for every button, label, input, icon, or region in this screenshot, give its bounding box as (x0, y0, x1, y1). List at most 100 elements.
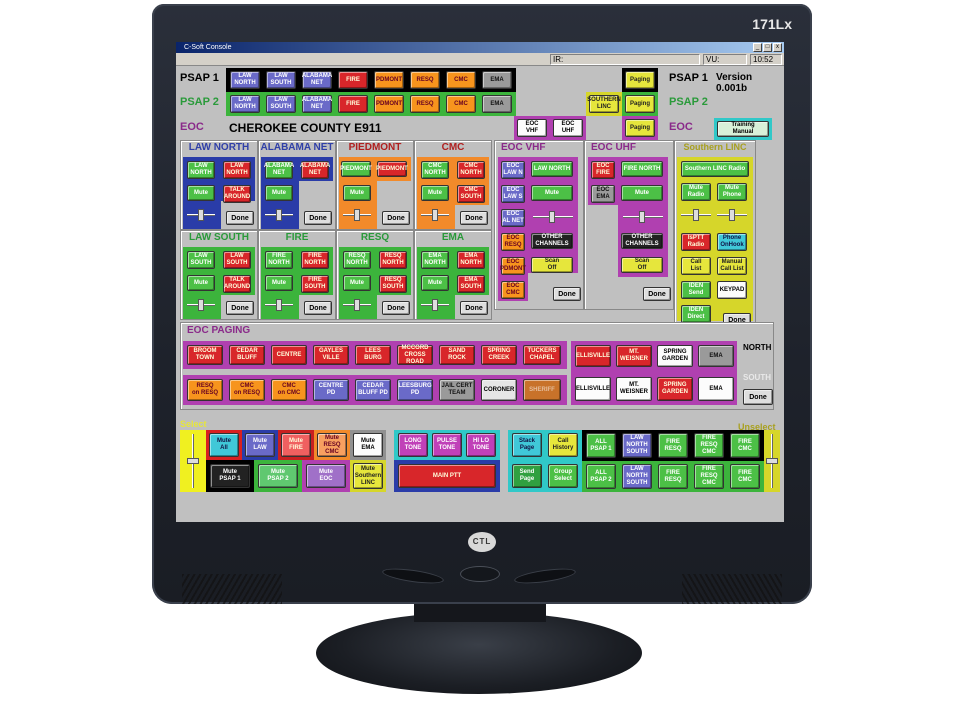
eoc-law-s[interactable]: EOC LAW S (501, 185, 525, 203)
southern-linc-radio-volume[interactable] (681, 209, 711, 221)
fire-south-ptt[interactable]: FIRE SOUTH (301, 275, 329, 293)
resq-done[interactable]: Done (382, 301, 410, 315)
law-north-ptt[interactable]: LAW NORTH (223, 161, 251, 179)
southern-linc-iden-direct[interactable]: IDEN Direct (681, 305, 711, 323)
page-mccord-cross-road[interactable]: MCCORD CROSS ROAD (397, 345, 433, 365)
southern-linc-mute-phone[interactable]: Mute Phone (717, 183, 747, 201)
ema-volume-slider[interactable] (421, 299, 449, 311)
page-spring-garden-south[interactable]: SPRING GARDEN (657, 377, 693, 401)
southern-linc-isptt-radio[interactable]: IsPTT Radio (681, 233, 711, 251)
law-north-select[interactable]: LAW NORTH (187, 161, 215, 179)
eoc-uhf-mute[interactable]: Mute (621, 185, 663, 201)
group-fire-resq-cmc-psap1[interactable]: FIRE RESQ CMC (694, 433, 724, 458)
eoc-uhf-other-channels[interactable]: OTHER CHANNELS (621, 233, 663, 249)
psap1-ema[interactable]: EMA (482, 71, 512, 89)
southern-linc-phone-onhook[interactable]: Phone OnHook (717, 233, 747, 251)
southern-linc-call-list[interactable]: Call List (681, 257, 711, 275)
unselect-slider[interactable] (764, 430, 780, 492)
page-ema-south[interactable]: EMA (698, 377, 734, 401)
mute-psap1[interactable]: Mute PSAP 1 (210, 464, 250, 488)
law-north-volume-slider[interactable] (187, 209, 215, 221)
eoc-paging-button[interactable]: Paging (625, 119, 655, 137)
southern-linc-mute-radio[interactable]: Mute Radio (681, 183, 711, 201)
mute-fire[interactable]: Mute FIRE (281, 433, 311, 457)
page-ellisville-north[interactable]: ELLISVILLE (575, 345, 611, 367)
resq-north-select[interactable]: RESQ NORTH (343, 251, 371, 269)
page-cedar-bluff-pd[interactable]: CEDAR BLUFF PD (355, 379, 391, 401)
fire-mute[interactable]: Mute (265, 275, 293, 291)
page-mt-weisner-south[interactable]: MT. WEISNER (616, 377, 652, 401)
page-ellisville-south[interactable]: ELLISVILLE (575, 377, 611, 401)
eoc-fire[interactable]: EOC FIRE (591, 161, 615, 179)
alabama-net-select[interactable]: ALABAMA NET (264, 161, 294, 179)
eoc-uhf-volume-slider[interactable] (623, 211, 663, 223)
group-fire-resq-psap1[interactable]: FIRE RESQ (658, 433, 688, 458)
eoc-vhf-law-north[interactable]: LAW NORTH (531, 161, 573, 177)
group-fire-cmc-psap1[interactable]: FIRE CMC (730, 433, 760, 458)
alabama-net-done[interactable]: Done (304, 211, 332, 225)
group-fire-resq-psap2[interactable]: FIRE RESQ (658, 464, 688, 489)
fire-north-select[interactable]: FIRE NORTH (265, 251, 293, 269)
resq-mute[interactable]: Mute (343, 275, 371, 291)
fire-north-ptt[interactable]: FIRE NORTH (301, 251, 329, 269)
minimize-button[interactable]: _ (753, 43, 762, 52)
group-select[interactable]: Group Select (548, 464, 578, 488)
eoc-vhf-scan-off[interactable]: Scan Off (531, 257, 573, 273)
eoc-vhf-other-channels[interactable]: OTHER CHANNELS (531, 233, 573, 249)
eoc-al-net[interactable]: EOC AL NET (501, 209, 525, 227)
psap2-pdmont[interactable]: PDMONT (374, 95, 404, 113)
cmc-north-ptt[interactable]: CMC NORTH (457, 161, 485, 179)
mute-all[interactable]: Mute All (209, 433, 239, 457)
mute-law[interactable]: Mute LAW (245, 433, 275, 457)
group-fire-cmc-psap2[interactable]: FIRE CMC (730, 464, 760, 489)
call-history[interactable]: Call History (548, 433, 578, 457)
pulse-tone[interactable]: PULSE TONE (432, 433, 462, 457)
law-south-mute[interactable]: Mute (187, 275, 215, 291)
psap2-law-south[interactable]: LAW SOUTH (266, 95, 296, 113)
page-leesburg[interactable]: LEES BURG (355, 345, 391, 365)
alabama-net-mute[interactable]: Mute (265, 185, 293, 201)
eoc-uhf-scan-off[interactable]: Scan Off (621, 257, 663, 273)
psap2-fire[interactable]: FIRE (338, 95, 368, 113)
fire-volume-slider[interactable] (265, 299, 293, 311)
mute-southern-linc[interactable]: Mute Southern LINC (353, 463, 383, 489)
page-centre[interactable]: CENTRE (271, 345, 307, 365)
page-jail-cert-team[interactable]: JAIL CERT TEAM (439, 379, 475, 401)
piedmont-volume-slider[interactable] (343, 209, 371, 221)
group-law-north-south-psap2[interactable]: LAW NORTH SOUTH (622, 464, 652, 489)
page-centre-pd[interactable]: CENTRE PD (313, 379, 349, 401)
eoc-pdmont[interactable]: EOC PDMONT (500, 257, 526, 275)
psap2-cmc[interactable]: CMC (446, 95, 476, 113)
psap1-law-north[interactable]: LAW NORTH (230, 71, 260, 89)
eoc-vhf-button[interactable]: EOC VHF (517, 119, 547, 137)
mute-resq-cmc[interactable]: Mute RESQ CMC (317, 433, 347, 457)
resq-south-ptt[interactable]: RESQ SOUTH (379, 275, 407, 293)
eoc-resq[interactable]: EOC RESQ (501, 233, 525, 251)
eoc-law-n[interactable]: EOC LAW N (501, 161, 525, 179)
psap1-paging-button[interactable]: Paging (625, 71, 655, 89)
law-south-talk-around[interactable]: TALK AROUND (223, 275, 251, 293)
page-leesburg-pd[interactable]: LEESBURG PD (397, 379, 433, 401)
cmc-mute[interactable]: Mute (421, 185, 449, 201)
southern-linc-header-button[interactable]: SOUTHERN LINC (587, 95, 621, 113)
cmc-done[interactable]: Done (460, 211, 488, 225)
hi-lo-tone[interactable]: HI LO TONE (466, 433, 496, 457)
resq-north-ptt[interactable]: RESQ NORTH (379, 251, 407, 269)
psap2-ema[interactable]: EMA (482, 95, 512, 113)
alabama-net-ptt[interactable]: ALABAMA NET (300, 161, 330, 179)
psap2-resq[interactable]: RESQ (410, 95, 440, 113)
page-broom-town[interactable]: BROOM TOWN (187, 345, 223, 365)
eoc-uhf-button[interactable]: EOC UHF (553, 119, 583, 137)
piedmont-ptt[interactable]: PIEDMONT (376, 161, 408, 177)
group-all-psap2[interactable]: ALL PSAP 2 (586, 464, 616, 489)
psap1-fire[interactable]: FIRE (338, 71, 368, 89)
law-south-volume-slider[interactable] (187, 299, 215, 311)
eoc-vhf-mute[interactable]: Mute (531, 185, 573, 201)
mute-ema[interactable]: Mute EMA (353, 433, 383, 457)
law-north-done[interactable]: Done (226, 211, 254, 225)
law-north-mute[interactable]: Mute (187, 185, 215, 201)
psap1-alabama-net[interactable]: ALABAMA NET (302, 71, 332, 89)
psap1-cmc[interactable]: CMC (446, 71, 476, 89)
law-south-ptt[interactable]: LAW SOUTH (223, 251, 251, 269)
cmc-south-ptt[interactable]: CMC SOUTH (457, 185, 485, 203)
